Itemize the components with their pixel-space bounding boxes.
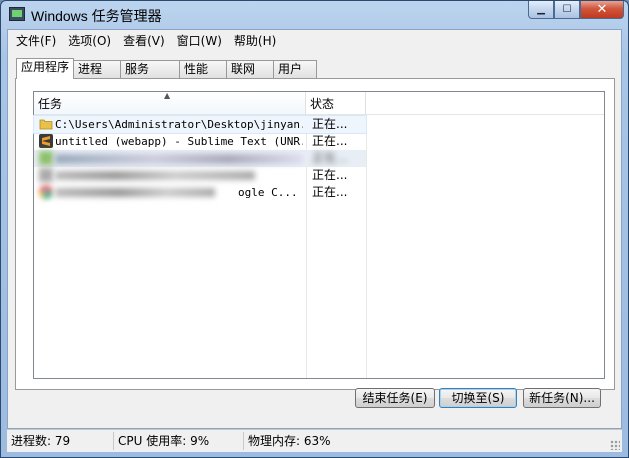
switch-to-button[interactable]: 切换至(S) (439, 388, 517, 408)
blurred-app-icon (39, 168, 53, 182)
action-buttons: 结束任务(E) 切换至(S) 新任务(N)... (8, 388, 621, 412)
tab-performance[interactable]: 性能 (179, 60, 227, 78)
menu-bar: 文件(F) 选项(O) 查看(V) 窗口(W) 帮助(H) (8, 30, 621, 52)
window-controls: ▁ ☐ ✕ (528, 1, 624, 21)
task-name: C:\Users\Administrator\Desktop\jinyan... (55, 118, 303, 131)
menu-options[interactable]: 选项(O) (62, 31, 117, 51)
column-status-label: 状态 (310, 97, 335, 111)
close-button[interactable]: ✕ (580, 1, 624, 19)
table-row[interactable]: untitled (webapp) - Sublime Text (UNR...… (34, 133, 366, 150)
sort-ascending-icon: ▲ (164, 91, 171, 100)
table-row[interactable]: C:\Users\Administrator\Desktop\jinyan...… (33, 115, 367, 134)
tab-strip: 应用程序 进程 服务 性能 联网 用户 (16, 58, 317, 79)
memory-usage: 物理内存: 63% (248, 434, 331, 448)
menu-window[interactable]: 窗口(W) (171, 31, 228, 51)
blurred-app-icon (39, 151, 53, 165)
task-name-redacted (55, 154, 303, 164)
menu-file[interactable]: 文件(F) (10, 31, 62, 51)
new-task-button[interactable]: 新任务(N)... (523, 388, 601, 408)
applications-panel: ▲ 任务 状态 C:\Users\Administrator\Desktop\j… (15, 78, 615, 390)
sublime-text-icon (39, 134, 53, 148)
task-status: 正在... (312, 151, 348, 165)
chrome-icon (39, 185, 53, 199)
minimize-icon: ▁ (537, 4, 545, 15)
tab-applications[interactable]: 应用程序 (16, 58, 74, 79)
folder-icon (39, 117, 53, 131)
task-status: 正在... (312, 117, 348, 131)
list-header: ▲ 任务 状态 (34, 91, 604, 115)
close-icon: ✕ (596, 2, 608, 17)
task-status: 正在... (312, 185, 348, 199)
menu-help[interactable]: 帮助(H) (228, 31, 282, 51)
task-manager-window: Windows 任务管理器 ▁ ☐ ✕ 文件(F) 选项(O) 查看(V) 窗口… (0, 0, 629, 458)
table-row[interactable]: 正在... (34, 150, 366, 167)
process-count: 进程数: 79 (7, 432, 114, 450)
end-task-button[interactable]: 结束任务(E) (355, 388, 435, 408)
column-header-status[interactable]: 状态 (306, 92, 366, 114)
table-row[interactable]: ogle C... 正在... (34, 184, 366, 201)
column-header-task[interactable]: ▲ 任务 (34, 91, 306, 114)
tab-services[interactable]: 服务 (120, 60, 180, 78)
tab-users[interactable]: 用户 (273, 60, 317, 78)
task-name-redacted (55, 188, 215, 197)
maximize-icon: ☐ (562, 4, 572, 15)
task-name: ogle C... (238, 186, 298, 199)
menu-view[interactable]: 查看(V) (117, 31, 171, 51)
minimize-button[interactable]: ▁ (528, 1, 554, 19)
window-title: Windows 任务管理器 (31, 8, 162, 24)
resize-grip[interactable] (610, 440, 620, 450)
maximize-button[interactable]: ☐ (554, 1, 580, 19)
client-area: 文件(F) 选项(O) 查看(V) 窗口(W) 帮助(H) 应用程序 进程 服务… (7, 29, 622, 429)
task-manager-icon (9, 7, 25, 21)
title-bar[interactable]: Windows 任务管理器 ▁ ☐ ✕ (1, 1, 628, 29)
tab-processes[interactable]: 进程 (73, 60, 121, 78)
table-row[interactable]: 正在... (34, 167, 366, 184)
task-list[interactable]: ▲ 任务 状态 C:\Users\Administrator\Desktop\j… (33, 91, 605, 379)
column-divider (366, 114, 367, 378)
tab-networking[interactable]: 联网 (226, 60, 274, 78)
task-name: untitled (webapp) - Sublime Text (UNR... (55, 135, 303, 148)
task-status: 正在... (312, 168, 348, 182)
status-bar: 进程数: 79 CPU 使用率: 9% 物理内存: 63% (7, 429, 622, 452)
task-name-redacted (55, 171, 255, 180)
cpu-usage: CPU 使用率: 9% (114, 432, 244, 450)
column-task-label: 任务 (38, 97, 63, 111)
task-status: 正在... (312, 134, 348, 148)
